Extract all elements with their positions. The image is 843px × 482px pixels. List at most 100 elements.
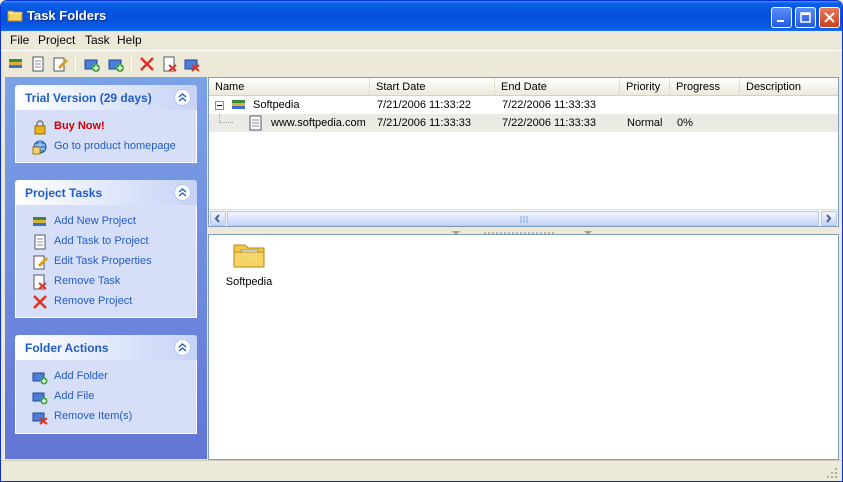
task-add-file[interactable]: Add File: [16, 387, 196, 407]
title-bar[interactable]: Task Folders: [1, 1, 842, 31]
group-body: Add Folder Add File Remove Item(s): [15, 360, 197, 434]
task-label: Remove Project: [54, 295, 133, 307]
group-body: Buy Now! Go to product homepage: [15, 110, 197, 163]
task-label: Remove Task: [54, 275, 121, 287]
cell-priority: Normal: [627, 117, 663, 129]
folder-icon: [233, 244, 265, 268]
group-header[interactable]: Trial Version (29 days): [15, 85, 197, 110]
group-header[interactable]: Project Tasks: [15, 180, 197, 205]
project-tasks-group: Project Tasks Add New Project Add Task t: [15, 180, 197, 318]
task-add-task-to-project[interactable]: Add Task to Project: [16, 232, 196, 252]
menu-task[interactable]: Task: [82, 33, 113, 47]
tree-connector: [219, 114, 233, 123]
app-window: Task Folders File Project Task Help Tria…: [0, 0, 843, 482]
horizontal-scrollbar[interactable]: [209, 209, 838, 226]
task-product-homepage[interactable]: Go to product homepage: [16, 137, 196, 157]
status-bar: [1, 460, 842, 481]
add-project-icon: [32, 214, 48, 230]
minimize-button[interactable]: [771, 7, 792, 28]
collapse-button[interactable]: [174, 89, 191, 106]
group-body: Add New Project Add Task to Project Edit…: [15, 205, 197, 318]
group-title: Trial Version (29 days): [25, 91, 152, 105]
globe-icon: [32, 139, 48, 155]
remove-items-icon: [32, 409, 48, 425]
table-row[interactable]: www.softpedia.com 7/21/2006 11:33:33 7/2…: [209, 114, 838, 132]
folder-actions-group: Folder Actions Add Folder Add File Remov…: [15, 335, 197, 434]
column-start-date[interactable]: Start Date: [370, 78, 495, 96]
add-task-icon: [32, 234, 48, 250]
maximize-icon: [800, 12, 811, 23]
task-label: Edit Task Properties: [54, 255, 152, 267]
app-folder-icon: [7, 8, 23, 22]
remove-task-tool-icon[interactable]: [161, 55, 179, 73]
edit-task-tool-icon[interactable]: [51, 55, 69, 73]
scroll-thumb[interactable]: [227, 211, 819, 226]
trial-version-group: Trial Version (29 days) Buy Now! Go to p: [15, 85, 197, 163]
chevron-up-icon: [178, 93, 187, 102]
task-remove-items[interactable]: Remove Item(s): [16, 407, 196, 427]
cell-end-date: 7/22/2006 11:33:33: [502, 99, 596, 111]
task-remove-project[interactable]: Remove Project: [16, 292, 196, 312]
menu-file[interactable]: File: [7, 33, 32, 47]
remove-task-icon: [32, 274, 48, 290]
task-label: Go to product homepage: [54, 140, 176, 152]
maximize-button[interactable]: [795, 7, 816, 28]
task-add-new-project[interactable]: Add New Project: [16, 212, 196, 232]
task-edit-task-properties[interactable]: Edit Task Properties: [16, 252, 196, 272]
task-label: Add File: [54, 390, 95, 402]
cell-start-date: 7/21/2006 11:33:33: [377, 117, 471, 129]
folder-label: Softpedia: [225, 276, 273, 288]
collapse-tree-icon[interactable]: [215, 100, 224, 113]
column-name[interactable]: Name: [209, 78, 370, 96]
column-description[interactable]: Description: [740, 78, 838, 96]
lock-icon: [32, 119, 48, 135]
remove-project-icon: [32, 294, 48, 310]
add-task-tool-icon[interactable]: [29, 55, 47, 73]
chevron-up-icon: [178, 343, 187, 352]
collapse-button[interactable]: [174, 184, 191, 201]
folder-item[interactable]: Softpedia: [223, 239, 275, 288]
collapse-button[interactable]: [174, 339, 191, 356]
cell-name: Softpedia: [253, 99, 300, 111]
add-file-tool-icon[interactable]: [107, 55, 125, 73]
cell-end-date: 7/22/2006 11:33:33: [502, 117, 596, 129]
close-icon: [824, 12, 835, 23]
close-button[interactable]: [819, 7, 840, 28]
menu-bar: File Project Task Help: [1, 31, 842, 50]
delete-tool-icon[interactable]: [138, 55, 156, 73]
table-row[interactable]: Softpedia 7/21/2006 11:33:22 7/22/2006 1…: [209, 96, 838, 114]
task-document-icon: [249, 115, 263, 134]
task-list-view[interactable]: Name Start Date End Date Priority Progre…: [208, 77, 839, 227]
remove-items-tool-icon[interactable]: [183, 55, 201, 73]
task-buy-now[interactable]: Buy Now!: [16, 117, 196, 137]
menu-help[interactable]: Help: [114, 33, 145, 47]
pane-splitter[interactable]: [208, 227, 839, 235]
group-header[interactable]: Folder Actions: [15, 335, 197, 360]
add-project-tool-icon[interactable]: [7, 55, 25, 73]
task-label: Add Folder: [54, 370, 108, 382]
task-label: Add New Project: [54, 215, 136, 227]
scroll-right-button[interactable]: [821, 211, 837, 226]
folder-icon-view[interactable]: Softpedia: [208, 234, 839, 460]
add-file-icon: [32, 389, 48, 405]
toolbar: [1, 50, 842, 76]
column-priority[interactable]: Priority: [620, 78, 670, 96]
task-label: Buy Now!: [54, 120, 105, 132]
menu-project[interactable]: Project: [35, 33, 78, 47]
task-remove-task[interactable]: Remove Task: [16, 272, 196, 292]
edit-task-icon: [32, 254, 49, 270]
task-label: Add Task to Project: [54, 235, 149, 247]
group-title: Folder Actions: [25, 341, 109, 355]
cell-progress: 0%: [677, 117, 693, 129]
add-folder-tool-icon[interactable]: [83, 55, 101, 73]
column-end-date[interactable]: End Date: [495, 78, 620, 96]
column-header-row: Name Start Date End Date Priority Progre…: [209, 78, 838, 96]
minimize-icon: [777, 20, 784, 22]
task-pane: Trial Version (29 days) Buy Now! Go to p: [5, 77, 207, 459]
scroll-left-button[interactable]: [210, 211, 226, 226]
chevron-left-icon: [214, 214, 220, 223]
resize-grip-icon[interactable]: [826, 467, 838, 479]
column-progress[interactable]: Progress: [670, 78, 740, 96]
task-add-folder[interactable]: Add Folder: [16, 367, 196, 387]
chevron-right-icon: [826, 214, 832, 223]
